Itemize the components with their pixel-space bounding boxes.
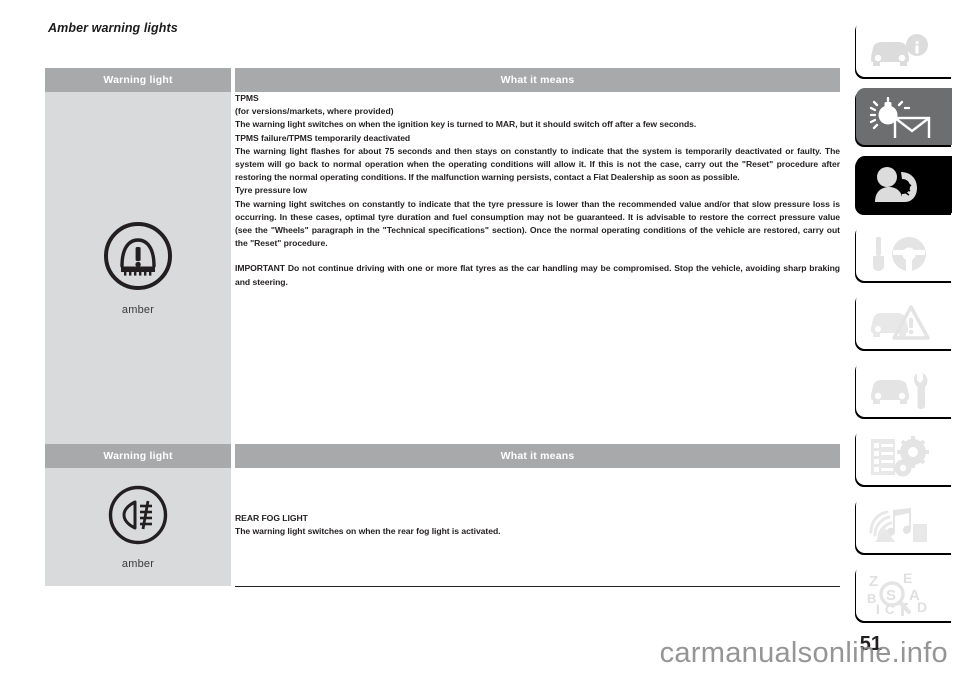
- section-tab-strip: Z B I C T E A D S: [856, 20, 960, 632]
- list-gears-icon: [865, 435, 933, 479]
- warning-light-table-tpms: Warning light What it means amber TPMS (…: [45, 68, 840, 445]
- tab-warning-lights-messages[interactable]: [856, 88, 952, 145]
- tpms-title: TPMS: [235, 93, 259, 103]
- tab-in-an-emergency[interactable]: [856, 292, 952, 349]
- airbag-seat-icon: [865, 164, 933, 206]
- svg-text:I: I: [876, 601, 880, 616]
- important-notice: IMPORTANT Do not continue driving with o…: [235, 263, 840, 287]
- tyre-pressure-low-title: Tyre pressure low: [235, 185, 308, 196]
- tyre-pressure-low-body: The warning light switches on constantly…: [235, 198, 840, 249]
- key-steering-icon: [865, 232, 933, 274]
- svg-text:E: E: [903, 570, 912, 586]
- rear-fog-body: The warning light switches on when the r…: [235, 526, 501, 537]
- what-it-means-cell: REAR FOG LIGHT The warning light switche…: [233, 468, 840, 587]
- table-header-row: Warning light What it means: [45, 444, 840, 468]
- car-hazard-icon: [865, 300, 933, 342]
- column-header-what-it-means: What it means: [233, 444, 840, 468]
- warning-light-table-rear-fog: Warning light What it means amber REAR F…: [45, 444, 840, 587]
- tab-alphabetical-index[interactable]: Z B I C T E A D S: [856, 564, 952, 621]
- warning-light-colour-label: amber: [121, 304, 155, 316]
- tab-starting-and-driving[interactable]: [856, 224, 952, 281]
- table-row: amber TPMS (for versions/markets, where …: [45, 92, 840, 445]
- index-search-icon: Z B I C T E A D S: [865, 570, 933, 616]
- column-header-what-it-means: What it means: [233, 68, 840, 92]
- watermark: carmanualsonline.info: [659, 637, 948, 669]
- svg-text:S: S: [886, 587, 896, 604]
- table-header-row: Warning light What it means: [45, 68, 840, 92]
- tab-dashboard-and-controls[interactable]: [856, 20, 952, 77]
- warning-light-icon-cell: amber: [45, 92, 235, 444]
- tab-multimedia[interactable]: [856, 496, 952, 553]
- media-signal-icon: [865, 504, 933, 546]
- what-it-means-cell: TPMS (for versions/markets, where provid…: [233, 92, 840, 445]
- warning-light-colour-label: amber: [121, 558, 155, 570]
- tpms-warning-icon: [102, 220, 174, 297]
- svg-text:B: B: [867, 591, 876, 606]
- bulb-envelope-icon: [865, 96, 933, 138]
- tpms-intro: The warning light switches on when the i…: [235, 119, 697, 130]
- tpms-failure-title: TPMS failure/TPMS temporarily deactivate…: [235, 132, 411, 143]
- table-row: amber REAR FOG LIGHT The warning light s…: [45, 468, 840, 587]
- svg-text:D: D: [917, 599, 927, 615]
- column-header-warning-light: Warning light: [45, 68, 235, 92]
- tab-safety[interactable]: [856, 156, 952, 213]
- warning-light-icon-cell: amber: [45, 468, 235, 586]
- rear-fog-light-icon: [107, 484, 169, 551]
- tpms-subtitle: (for versions/markets, where provided): [235, 106, 394, 117]
- rear-fog-title: REAR FOG LIGHT: [235, 513, 308, 523]
- tab-technical-specifications[interactable]: [856, 428, 952, 485]
- page-title: Amber warning lights: [48, 21, 178, 35]
- tab-maintenance-and-care[interactable]: [856, 360, 952, 417]
- tpms-failure-body: The warning light flashes for about 75 s…: [235, 145, 840, 183]
- car-info-icon: [865, 29, 933, 69]
- car-wrench-icon: [865, 368, 933, 410]
- svg-text:Z: Z: [869, 573, 878, 590]
- column-header-warning-light: Warning light: [45, 444, 235, 468]
